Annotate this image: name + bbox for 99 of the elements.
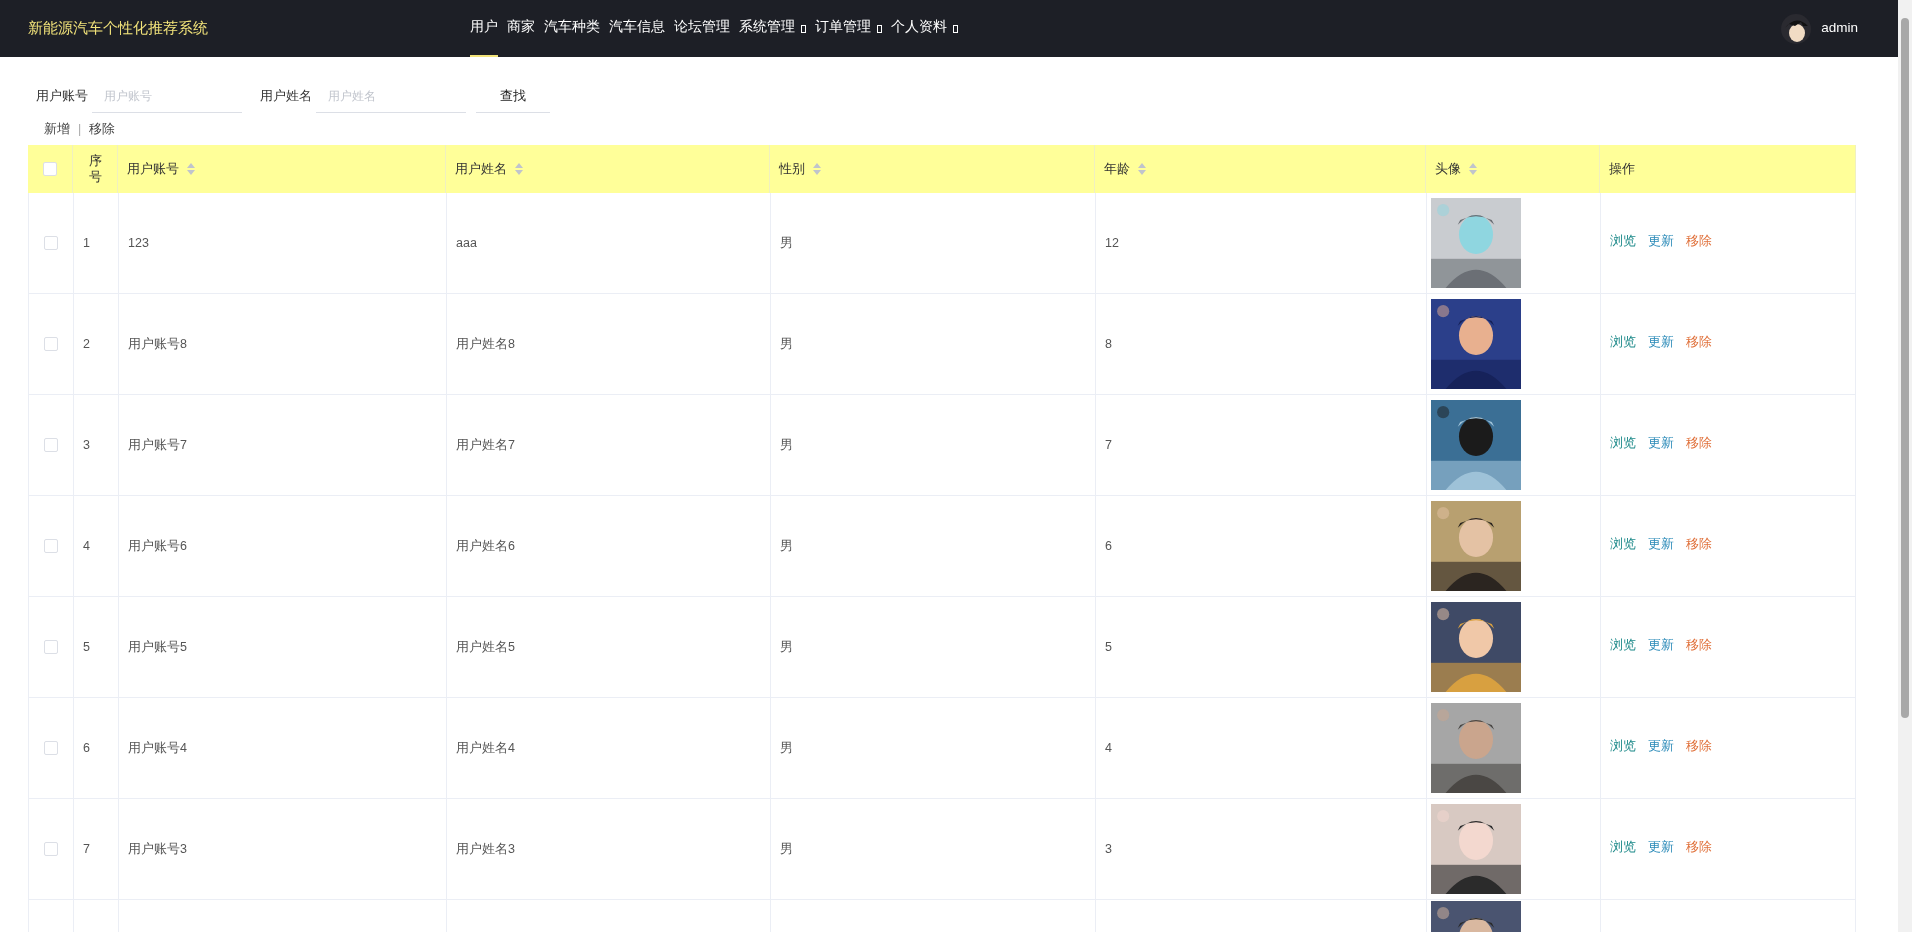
- menu-icon[interactable]: [801, 24, 806, 33]
- action-link[interactable]: 移除: [1686, 231, 1712, 251]
- action-link[interactable]: 更新: [1648, 433, 1674, 453]
- column-header: 头像: [1435, 160, 1461, 178]
- action-link[interactable]: 浏览: [1610, 231, 1636, 251]
- action-link[interactable]: 更新: [1648, 837, 1674, 857]
- table-cell-text: 用户账号6: [128, 537, 187, 555]
- sort-icon[interactable]: [813, 163, 821, 175]
- table-cell-text: 男: [780, 840, 793, 858]
- table-cell-text: 男: [780, 638, 793, 656]
- table-cell-text: 3: [1105, 840, 1112, 858]
- checkbox[interactable]: [44, 236, 58, 250]
- table-cell-text: 用户姓名5: [456, 638, 515, 656]
- table-cell-text: 6: [83, 739, 90, 757]
- menu-icon[interactable]: [953, 24, 958, 33]
- table-cell-text: 8: [1105, 335, 1112, 353]
- remove-button[interactable]: 移除: [89, 119, 116, 139]
- checkbox[interactable]: [44, 741, 58, 755]
- nav-tab[interactable]: 用户: [470, 0, 498, 57]
- table-cell-text: 7: [1105, 436, 1112, 454]
- table-cell-text: 用户账号4: [128, 739, 187, 757]
- action-link[interactable]: 浏览: [1610, 332, 1636, 352]
- table-cell-text: aaa: [456, 234, 477, 252]
- action-link[interactable]: 更新: [1648, 736, 1674, 756]
- nav-tab[interactable]: 论坛管理: [674, 0, 730, 57]
- checkbox[interactable]: [44, 337, 58, 351]
- column-header: 性别: [779, 160, 805, 178]
- table-cell-text: 用户姓名4: [456, 739, 515, 757]
- table-cell-text: 用户账号5: [128, 638, 187, 656]
- action-link[interactable]: 移除: [1686, 736, 1712, 756]
- column-header: 序号: [88, 152, 102, 186]
- action-link[interactable]: 浏览: [1610, 635, 1636, 655]
- checkbox[interactable]: [43, 162, 57, 176]
- table-cell-text: 5: [1105, 638, 1112, 656]
- action-link[interactable]: 移除: [1686, 433, 1712, 453]
- table-cell-text: 5: [83, 638, 90, 656]
- column-header: 操作: [1609, 160, 1635, 178]
- table-cell-text: 用户账号8: [128, 335, 187, 353]
- checkbox[interactable]: [44, 640, 58, 654]
- sort-icon[interactable]: [515, 163, 523, 175]
- add-button[interactable]: 新增: [44, 119, 70, 139]
- menu-icon[interactable]: [877, 24, 882, 33]
- table-cell-text: 用户账号3: [128, 840, 187, 858]
- table-cell-text: 2: [83, 335, 90, 353]
- nav-tab[interactable]: 系统管理: [739, 0, 795, 57]
- table-cell-text: 用户姓名7: [456, 436, 515, 454]
- action-link[interactable]: 浏览: [1610, 736, 1636, 756]
- search-button[interactable]: 查找: [476, 79, 550, 113]
- action-link[interactable]: 浏览: [1610, 433, 1636, 453]
- table-cell-text: 123: [128, 234, 149, 252]
- action-link[interactable]: 移除: [1686, 837, 1712, 857]
- nav-tab[interactable]: 订单管理: [815, 0, 871, 57]
- column-header: 用户姓名: [455, 160, 507, 178]
- table-cell-text: 用户账号7: [128, 436, 187, 454]
- search-field[interactable]: 用户账号: [92, 79, 242, 113]
- action-link[interactable]: 更新: [1648, 231, 1674, 251]
- field-label: 用户姓名: [259, 87, 313, 106]
- sort-icon[interactable]: [187, 163, 195, 175]
- table-cell-text: 用户姓名3: [456, 840, 515, 858]
- field-label: 用户账号: [35, 87, 89, 106]
- action-link[interactable]: 浏览: [1610, 534, 1636, 554]
- table-cell-text: 男: [780, 234, 793, 252]
- table-cell-text: 男: [780, 335, 793, 353]
- sort-icon[interactable]: [1138, 163, 1146, 175]
- action-link[interactable]: 移除: [1686, 635, 1712, 655]
- separator: |: [78, 120, 82, 138]
- table-cell-text: 男: [780, 739, 793, 757]
- table-cell-text: 6: [1105, 537, 1112, 555]
- action-link[interactable]: 移除: [1686, 534, 1712, 554]
- table-cell-text: 4: [83, 537, 90, 555]
- nav-tab[interactable]: 汽车信息: [609, 0, 665, 57]
- nav-tab[interactable]: 商家: [507, 0, 535, 57]
- checkbox[interactable]: [44, 539, 58, 553]
- table-cell-text: 1: [83, 234, 90, 252]
- table-cell-text: 3: [83, 436, 90, 454]
- column-header: 年龄: [1104, 160, 1130, 178]
- username: admin: [1821, 19, 1858, 38]
- table-cell-text: 男: [780, 537, 793, 555]
- avatar-icon[interactable]: [1781, 13, 1812, 44]
- sort-icon[interactable]: [1469, 163, 1477, 175]
- table-cell-text: 12: [1105, 234, 1119, 252]
- scrollbar[interactable]: [1898, 0, 1912, 932]
- action-link[interactable]: 更新: [1648, 332, 1674, 352]
- table-cell-text: 4: [1105, 739, 1112, 757]
- table-cell-text: 7: [83, 840, 90, 858]
- nav-tab[interactable]: 个人资料: [891, 0, 947, 57]
- table-cell-text: 用户姓名6: [456, 537, 515, 555]
- nav-tab[interactable]: 汽车种类: [544, 0, 600, 57]
- table-cell-text: 用户姓名8: [456, 335, 515, 353]
- search-field[interactable]: 用户姓名: [316, 79, 466, 113]
- table-cell-text: 男: [780, 436, 793, 454]
- action-link[interactable]: 浏览: [1610, 837, 1636, 857]
- checkbox[interactable]: [44, 438, 58, 452]
- column-header: 用户账号: [127, 160, 179, 178]
- action-link[interactable]: 更新: [1648, 635, 1674, 655]
- app-title: 新能源汽车个性化推荐系统: [28, 18, 209, 39]
- action-link[interactable]: 更新: [1648, 534, 1674, 554]
- checkbox[interactable]: [44, 842, 58, 856]
- action-link[interactable]: 移除: [1686, 332, 1712, 352]
